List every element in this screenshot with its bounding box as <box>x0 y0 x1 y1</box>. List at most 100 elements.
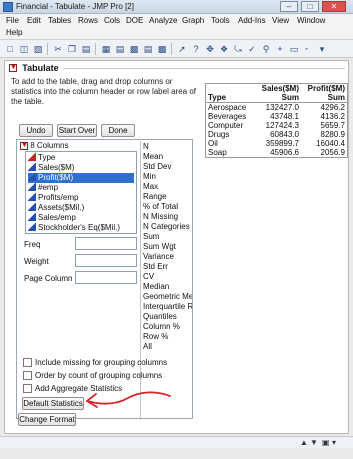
menu-tools[interactable]: Tools <box>211 16 230 25</box>
pointer-icon[interactable]: ➚ <box>176 43 188 55</box>
stat-item[interactable]: Std Dev <box>143 162 171 172</box>
grabber-icon[interactable]: ❖ <box>218 43 230 55</box>
scroll-down-icon[interactable]: ▼ <box>310 438 318 447</box>
menu-doe[interactable]: DOE <box>126 16 143 25</box>
column-item-emp[interactable]: #emp <box>28 183 134 193</box>
stat-item[interactable]: N Categories <box>143 222 190 232</box>
row-label-header[interactable]: Type <box>208 93 226 102</box>
stat-item[interactable]: Column % <box>143 322 180 332</box>
crosshair-icon[interactable]: ✥ <box>204 43 216 55</box>
change-format-button[interactable]: Change Format <box>18 413 76 426</box>
menu-graph[interactable]: Graph <box>182 16 204 25</box>
statistic-header[interactable]: Sum <box>301 93 345 102</box>
menu-window[interactable]: Window <box>297 16 325 25</box>
paste-icon[interactable]: ▤ <box>80 43 92 55</box>
lasso-icon[interactable]: ⤿ <box>232 43 244 55</box>
stat-item[interactable]: Geometric Mea <box>143 292 192 302</box>
stat-item[interactable]: Row % <box>143 332 168 342</box>
weight-drop-zone[interactable] <box>75 254 137 267</box>
row-label: Beverages <box>208 112 247 121</box>
column-item-stockholders-eq[interactable]: Stockholder's Eq($Mil.) <box>28 223 134 233</box>
view-menu-icon[interactable]: ▾ <box>332 438 336 447</box>
columns-list[interactable]: Type Sales($M) Profit($M) #emp Profits/e… <box>25 151 137 234</box>
tabulate-header[interactable]: ▼ Tabulate <box>9 63 59 74</box>
include-missing-checkbox[interactable] <box>23 358 32 367</box>
menu-view[interactable]: View <box>272 16 289 25</box>
red-triangle-menu-icon[interactable]: ▼ <box>9 64 17 72</box>
stat-item[interactable]: CV <box>143 272 154 282</box>
stat-item[interactable]: Std Err <box>143 262 168 272</box>
view-icon[interactable]: ▣ <box>322 438 330 447</box>
header-divider <box>63 68 345 69</box>
order-by-count-checkbox[interactable] <box>23 371 32 380</box>
stat-item[interactable]: Sum <box>143 232 159 242</box>
tabulate-report-table[interactable]: Sales($M) Profit($M) Type Sum Sum Aerosp… <box>205 83 348 158</box>
brush-icon[interactable]: ✓ <box>246 43 258 55</box>
minimize-button[interactable]: – <box>280 1 298 12</box>
open-icon[interactable]: ◫ <box>18 43 30 55</box>
start-over-button[interactable]: Start Over <box>57 124 97 137</box>
stat-item[interactable]: Max <box>143 182 158 192</box>
menu-analyze[interactable]: Analyze <box>149 16 177 25</box>
stat-item[interactable]: N Missing <box>143 212 178 222</box>
stat-item[interactable]: Sum Wgt <box>143 242 176 252</box>
grid-icon[interactable]: ▩ <box>128 43 140 55</box>
menu-cols[interactable]: Cols <box>104 16 120 25</box>
layout-icon[interactable]: ▩ <box>156 43 168 55</box>
stat-item[interactable]: % of Total <box>143 202 178 212</box>
stat-item[interactable]: Quantiles <box>143 312 177 322</box>
page-column-drop-zone[interactable] <box>75 271 137 284</box>
column-item-profits-emp[interactable]: Profits/emp <box>28 193 134 203</box>
stat-item[interactable]: All <box>143 342 152 352</box>
undo-button[interactable]: Undo <box>19 124 53 137</box>
magnifier-icon[interactable]: ⚲ <box>260 43 272 55</box>
stat-item[interactable]: Variance <box>143 252 174 262</box>
column-item-profit[interactable]: Profit($M) <box>28 173 134 183</box>
add-aggregate-checkbox[interactable] <box>23 384 32 393</box>
menu-edit[interactable]: Edit <box>27 16 41 25</box>
table-cell: 45906.6 <box>270 148 299 157</box>
menu-help[interactable]: Help <box>6 28 22 37</box>
new-icon[interactable]: □ <box>4 43 16 55</box>
column-item-sales-emp[interactable]: Sales/emp <box>28 213 134 223</box>
header-cell[interactable]: Profit($M) <box>301 84 345 93</box>
menu-add-ins[interactable]: Add-Ins <box>238 16 266 25</box>
columns-header[interactable]: ▼ 8 Columns <box>20 141 68 150</box>
annotate-icon[interactable]: ▭ <box>288 43 300 55</box>
plus-icon[interactable]: + <box>274 43 286 55</box>
save-icon[interactable]: ▧ <box>32 43 44 55</box>
scroll-up-icon[interactable]: ▲ <box>300 438 308 447</box>
dropdown-icon[interactable]: ▾ <box>316 43 328 55</box>
menu-tables[interactable]: Tables <box>48 16 71 25</box>
statistic-header[interactable]: Sum <box>255 93 299 102</box>
column-item-sales[interactable]: Sales($M) <box>28 163 134 173</box>
close-button[interactable]: ✕ <box>322 1 346 12</box>
stat-item[interactable]: Mean <box>143 152 163 162</box>
table-cell: 60843.0 <box>270 130 299 139</box>
maximize-button[interactable]: □ <box>301 1 319 12</box>
help-icon[interactable]: ? <box>190 43 202 55</box>
chart-icon[interactable]: ▤ <box>142 43 154 55</box>
menu-rows[interactable]: Rows <box>78 16 98 25</box>
table-cell: 16040.4 <box>316 139 345 148</box>
stat-item[interactable]: Median <box>143 282 169 292</box>
column-item-type[interactable]: Type <box>28 153 134 163</box>
journal-icon[interactable]: ▤ <box>114 43 126 55</box>
freq-drop-zone[interactable] <box>75 237 137 250</box>
column-item-assets[interactable]: Assets($Mil.) <box>28 203 134 213</box>
done-button[interactable]: Done <box>101 124 135 137</box>
stat-item[interactable]: Min <box>143 172 156 182</box>
tabulate-pane: ▼ Tabulate To add to the table, drag and… <box>4 60 349 434</box>
copy-icon[interactable]: ❐ <box>66 43 78 55</box>
table-icon[interactable]: ▦ <box>100 43 112 55</box>
columns-menu-icon[interactable]: ▼ <box>20 141 28 150</box>
stat-item[interactable]: Range <box>143 192 167 202</box>
menu-file[interactable]: File <box>6 16 19 25</box>
header-cell[interactable]: Sales($M) <box>255 84 299 93</box>
stat-item[interactable]: Interquartile Ra <box>143 302 192 312</box>
continuous-icon <box>28 163 36 171</box>
default-statistics-button[interactable]: Default Statistics <box>22 397 84 410</box>
line-icon[interactable]: ╴ <box>302 43 314 55</box>
stat-item[interactable]: N <box>143 142 149 152</box>
cut-icon[interactable]: ✂ <box>52 43 64 55</box>
